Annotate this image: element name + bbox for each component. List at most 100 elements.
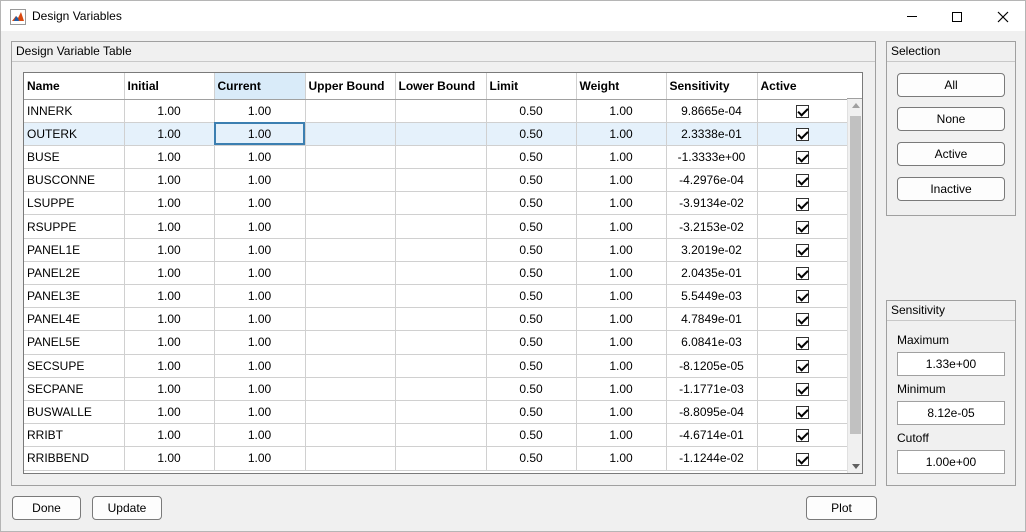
cell-weight[interactable]: 1.00 <box>576 423 667 448</box>
maximize-button[interactable] <box>934 1 980 32</box>
cell-name[interactable]: PANEL1E <box>24 238 125 262</box>
cell-upper-bound[interactable] <box>305 423 396 448</box>
cell-current[interactable]: 1.00 <box>214 99 306 123</box>
cell-current[interactable]: 1.00 <box>214 307 306 332</box>
active-checkbox[interactable] <box>795 406 809 420</box>
cell-sensitivity[interactable]: 4.7849e-01 <box>666 307 758 332</box>
cell-current[interactable]: 1.00 <box>214 191 306 216</box>
cell-sensitivity[interactable]: -8.1205e-05 <box>666 354 758 378</box>
cell-upper-bound[interactable] <box>305 446 396 471</box>
header-current[interactable]: Current <box>214 73 306 100</box>
table-row[interactable]: LSUPPE 1.00 1.00 0.50 1.00 -3.9134e-02 <box>24 191 848 216</box>
cell-lower-bound[interactable] <box>395 238 487 262</box>
header-lower-bound[interactable]: Lower Bound <box>395 73 487 100</box>
table-row[interactable]: OUTERK 1.00 1.00 0.50 1.00 2.3338e-01 <box>24 122 848 146</box>
cell-lower-bound[interactable] <box>395 122 487 146</box>
cell-name[interactable]: BUSCONNE <box>24 168 125 193</box>
cell-current[interactable]: 1.00 <box>214 122 306 146</box>
select-active-button[interactable]: Active <box>897 142 1005 166</box>
header-sensitivity[interactable]: Sensitivity <box>666 73 758 100</box>
active-checkbox[interactable] <box>795 127 809 141</box>
cell-lower-bound[interactable] <box>395 400 487 425</box>
cell-initial[interactable]: 1.00 <box>124 191 215 216</box>
cell-upper-bound[interactable] <box>305 122 396 146</box>
cell-limit[interactable]: 0.50 <box>486 191 577 216</box>
cell-name[interactable]: RRIBT <box>24 423 125 448</box>
cell-lower-bound[interactable] <box>395 330 487 355</box>
active-checkbox[interactable] <box>795 383 809 396</box>
cell-weight[interactable]: 1.00 <box>576 238 667 262</box>
header-active[interactable]: Active <box>757 73 848 100</box>
cell-limit[interactable]: 0.50 <box>486 145 577 170</box>
table-row[interactable]: SECPANE 1.00 1.00 0.50 1.00 -1.1771e-03 <box>24 377 848 401</box>
cell-weight[interactable]: 1.00 <box>576 400 667 425</box>
cell-initial[interactable]: 1.00 <box>124 377 215 401</box>
cell-lower-bound[interactable] <box>395 377 487 401</box>
cell-name[interactable]: SECSUPE <box>24 354 125 378</box>
cell-upper-bound[interactable] <box>305 168 396 193</box>
cell-lower-bound[interactable] <box>395 284 487 309</box>
cell-current[interactable]: 1.00 <box>214 423 306 448</box>
cell-name[interactable]: PANEL5E <box>24 330 125 355</box>
cell-limit[interactable]: 0.50 <box>486 284 577 309</box>
table-row[interactable]: RSUPPE 1.00 1.00 0.50 1.00 -3.2153e-02 <box>24 214 848 239</box>
cell-limit[interactable]: 0.50 <box>486 214 577 239</box>
cell-upper-bound[interactable] <box>305 330 396 355</box>
cell-current[interactable]: 1.00 <box>214 284 306 309</box>
cell-initial[interactable]: 1.00 <box>124 122 215 146</box>
cell-current[interactable]: 1.00 <box>214 330 306 355</box>
cell-weight[interactable]: 1.00 <box>576 145 667 170</box>
cell-current[interactable]: 1.00 <box>214 168 306 193</box>
cell-initial[interactable]: 1.00 <box>124 307 215 332</box>
cell-initial[interactable]: 1.00 <box>124 168 215 193</box>
cell-initial[interactable]: 1.00 <box>124 99 215 123</box>
cell-weight[interactable]: 1.00 <box>576 377 667 401</box>
cell-sensitivity[interactable]: -4.6714e-01 <box>666 423 758 448</box>
cell-sensitivity[interactable]: -3.9134e-02 <box>666 191 758 216</box>
cell-weight[interactable]: 1.00 <box>576 307 667 332</box>
cell-current[interactable]: 1.00 <box>214 261 306 286</box>
table-row[interactable]: RRIBBEND 1.00 1.00 0.50 1.00 -1.1244e-02 <box>24 446 848 471</box>
header-name[interactable]: Name <box>24 73 125 100</box>
cell-weight[interactable]: 1.00 <box>576 214 667 239</box>
cell-limit[interactable]: 0.50 <box>486 377 577 401</box>
cell-initial[interactable]: 1.00 <box>124 330 215 355</box>
header-weight[interactable]: Weight <box>576 73 667 100</box>
cell-name[interactable]: PANEL2E <box>24 261 125 286</box>
cell-limit[interactable]: 0.50 <box>486 122 577 146</box>
active-checkbox[interactable] <box>795 359 809 373</box>
cell-lower-bound[interactable] <box>395 423 487 448</box>
table-row[interactable]: BUSWALLE 1.00 1.00 0.50 1.00 -8.8095e-04 <box>24 400 848 425</box>
cell-initial[interactable]: 1.00 <box>124 446 215 471</box>
cell-initial[interactable]: 1.00 <box>124 214 215 239</box>
header-limit[interactable]: Limit <box>486 73 577 100</box>
scroll-down-icon[interactable] <box>852 464 860 469</box>
cell-sensitivity[interactable]: -4.2976e-04 <box>666 168 758 193</box>
cell-lower-bound[interactable] <box>395 145 487 170</box>
active-checkbox[interactable] <box>795 267 809 281</box>
cell-name[interactable]: PANEL3E <box>24 284 125 309</box>
active-checkbox[interactable] <box>795 452 809 466</box>
cell-current[interactable]: 1.00 <box>214 354 306 378</box>
cell-weight[interactable]: 1.00 <box>576 191 667 216</box>
cell-weight[interactable]: 1.00 <box>576 284 667 309</box>
cell-lower-bound[interactable] <box>395 214 487 239</box>
table-row[interactable]: PANEL1E 1.00 1.00 0.50 1.00 3.2019e-02 <box>24 238 848 262</box>
select-none-button[interactable]: None <box>897 107 1005 131</box>
cell-lower-bound[interactable] <box>395 261 487 286</box>
table-row[interactable]: RRIBT 1.00 1.00 0.50 1.00 -4.6714e-01 <box>24 423 848 448</box>
cell-limit[interactable]: 0.50 <box>486 330 577 355</box>
cell-name[interactable]: BUSE <box>24 145 125 170</box>
active-checkbox[interactable] <box>795 313 809 327</box>
table-row[interactable]: SECSUPE 1.00 1.00 0.50 1.00 -8.1205e-05 <box>24 354 848 378</box>
cell-sensitivity[interactable]: -8.8095e-04 <box>666 400 758 425</box>
cell-name[interactable]: SECPANE <box>24 377 125 401</box>
cell-upper-bound[interactable] <box>305 191 396 216</box>
cell-sensitivity[interactable]: -1.1771e-03 <box>666 377 758 401</box>
cutoff-field[interactable]: 1.00e+00 <box>897 450 1005 474</box>
cell-sensitivity[interactable]: 2.3338e-01 <box>666 122 758 146</box>
active-checkbox[interactable] <box>795 290 809 304</box>
cell-upper-bound[interactable] <box>305 377 396 401</box>
cell-lower-bound[interactable] <box>395 99 487 123</box>
header-upper-bound[interactable]: Upper Bound <box>305 73 396 100</box>
